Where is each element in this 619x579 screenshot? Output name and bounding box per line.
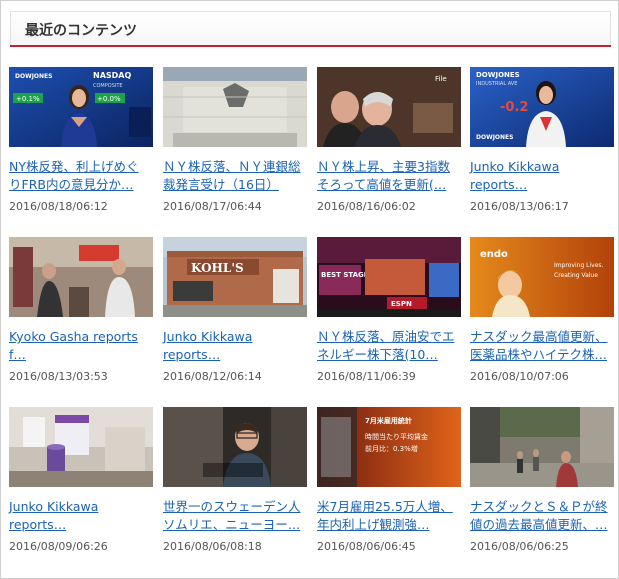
article-date: 2016/08/18/06:12 bbox=[9, 200, 108, 213]
news-anchor-nasdaq-thumbnail[interactable]: NASDAQ COMPOSITE DOWJONES +0.1% +0.0% bbox=[9, 67, 153, 147]
article-title-link[interactable]: NY株反発、利上げめぐ りFRB内の意見分か… bbox=[9, 158, 159, 194]
article-title-link[interactable]: ナスダックとＳ＆Ｐが終 値の過去最高値更新、… bbox=[470, 498, 619, 534]
article-title-link[interactable]: Kyoko Gasha reports f… bbox=[9, 328, 159, 364]
svg-text:-0.2: -0.2 bbox=[500, 100, 528, 115]
header-accent-line bbox=[10, 45, 611, 47]
article-date: 2016/08/16/06:02 bbox=[317, 200, 416, 213]
svg-text:ESPN: ESPN bbox=[391, 300, 412, 308]
svg-text:+0.1%: +0.1% bbox=[16, 95, 40, 103]
article-date: 2016/08/06/06:45 bbox=[317, 540, 416, 553]
svg-text:DOWJONES: DOWJONES bbox=[15, 73, 52, 80]
article-title-link[interactable]: 米7月雇用25.5万人増、 年内利上げ観測強… bbox=[317, 498, 467, 534]
article-date: 2016/08/09/06:26 bbox=[9, 540, 108, 553]
article-title-link[interactable]: ＮＹ株反落、ＮＹ連銀総 裁発言受け（16日） bbox=[163, 158, 313, 194]
article-title-link[interactable]: ＮＹ株反落、原油安でエ ネルギー株下落(10… bbox=[317, 328, 467, 364]
article-date: 2016/08/13/06:17 bbox=[470, 200, 569, 213]
fed-officials-thumbnail[interactable]: File bbox=[317, 67, 461, 147]
svg-text:BEST STAGE: BEST STAGE bbox=[321, 271, 369, 279]
svg-text:DOWJONES: DOWJONES bbox=[476, 71, 520, 79]
svg-text:Improving Lives.: Improving Lives. bbox=[554, 262, 604, 269]
svg-text:COMPOSITE: COMPOSITE bbox=[93, 83, 123, 89]
article-title-link[interactable]: 世界一のスウェーデン人 ソムリエ、ニューヨー… bbox=[163, 498, 313, 534]
article-date: 2016/08/06/08:18 bbox=[163, 540, 262, 553]
svg-text:7月米雇用統計: 7月米雇用統計 bbox=[365, 416, 412, 425]
article-title-link[interactable]: Junko Kikkawa reports… bbox=[163, 328, 313, 364]
article-date: 2016/08/12/06:14 bbox=[163, 370, 262, 383]
svg-text:endo: endo bbox=[480, 249, 508, 260]
article-title-link[interactable]: Junko Kikkawa reports… bbox=[9, 498, 159, 534]
svg-text:NASDAQ: NASDAQ bbox=[93, 71, 131, 80]
city-street-thumbnail[interactable] bbox=[470, 407, 614, 487]
section-title: 最近のコンテンツ bbox=[25, 23, 137, 39]
content-panel: 最近のコンテンツ NASDAQ COMPOSITE DOWJONES +0.1%… bbox=[0, 0, 619, 579]
article-date: 2016/08/11/06:39 bbox=[317, 370, 416, 383]
times-square-thumbnail[interactable]: BEST STAGE ESPN bbox=[317, 237, 461, 317]
article-title-link[interactable]: Junko Kikkawa reports… bbox=[470, 158, 619, 194]
section-header: 最近のコンテンツ bbox=[10, 11, 611, 45]
article-title-link[interactable]: ＮＹ株上昇、主要3指数 そろって高値を更新(… bbox=[317, 158, 467, 194]
svg-text:KOHL'S: KOHL'S bbox=[191, 261, 244, 275]
svg-text:Creating Value: Creating Value bbox=[554, 272, 598, 279]
pharmacy-products-thumbnail[interactable] bbox=[9, 407, 153, 487]
svg-text:前月比：0.3%増: 前月比：0.3%増 bbox=[365, 444, 418, 453]
svg-text:+0.0%: +0.0% bbox=[97, 95, 121, 103]
svg-text:INDUSTRIAL AVE: INDUSTRIAL AVE bbox=[476, 81, 517, 87]
sommelier-interview-thumbnail[interactable] bbox=[163, 407, 307, 487]
street-shoppers-thumbnail[interactable] bbox=[9, 237, 153, 317]
federal-reserve-building-thumbnail[interactable] bbox=[163, 67, 307, 147]
endo-pharma-thumbnail[interactable]: endo Improving Lives. Creating Value bbox=[470, 237, 614, 317]
article-date: 2016/08/10/07:06 bbox=[470, 370, 569, 383]
news-anchor-dowjones-thumbnail[interactable]: DOWJONES INDUSTRIAL AVE -0.2 DOWJONES bbox=[470, 67, 614, 147]
svg-text:DOWJONES: DOWJONES bbox=[476, 134, 513, 141]
svg-text:File: File bbox=[435, 75, 447, 83]
kohls-store-thumbnail[interactable]: KOHL'S bbox=[163, 237, 307, 317]
article-date: 2016/08/17/06:44 bbox=[163, 200, 262, 213]
svg-text:時間当たり平均賃金: 時間当たり平均賃金 bbox=[365, 432, 428, 441]
article-date: 2016/08/13/03:53 bbox=[9, 370, 108, 383]
article-title-link[interactable]: ナスダック最高値更新、 医薬品株やハイテク株… bbox=[470, 328, 619, 364]
article-date: 2016/08/06/06:25 bbox=[470, 540, 569, 553]
jobs-report-thumbnail[interactable]: 7月米雇用統計 時間当たり平均賃金 前月比：0.3%増 bbox=[317, 407, 461, 487]
